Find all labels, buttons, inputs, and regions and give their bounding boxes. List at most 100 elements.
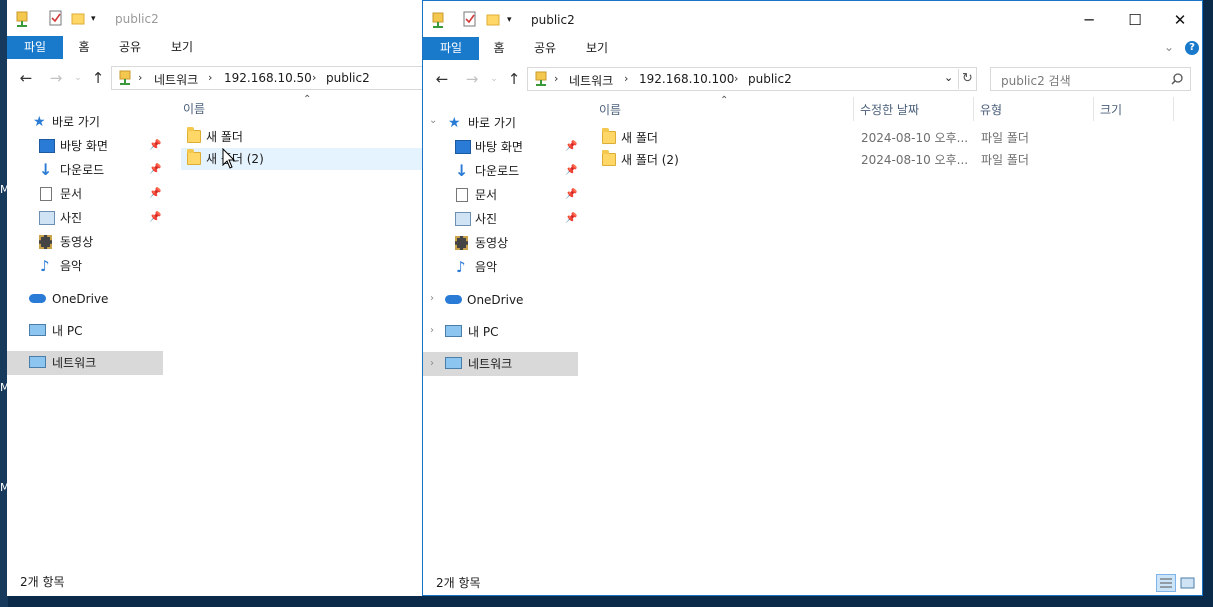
breadcrumb-network[interactable]: 네트워크 <box>154 71 198 88</box>
title-bar: ▾ public2 <box>7 0 423 38</box>
nav-onedrive[interactable]: OneDrive <box>445 288 579 312</box>
nav-item-documents[interactable]: 문서 📌 <box>37 182 163 206</box>
nav-label: OneDrive <box>467 293 524 307</box>
breadcrumb-folder[interactable]: public2 <box>326 71 370 85</box>
expanded-chevron-icon[interactable]: ⌄ <box>429 115 437 126</box>
nav-this-pc[interactable]: 내 PC <box>29 319 163 343</box>
tab-home[interactable]: 홈 <box>484 37 514 60</box>
document-icon <box>456 188 468 202</box>
file-row[interactable]: 새 폴더 <box>181 126 423 148</box>
nav-item-desktop[interactable]: 바탕 화면 📌 <box>453 135 579 159</box>
address-bar-row: ← → ⌄ ↑ › 네트워크 › 192.168.10.100 › public… <box>423 65 1202 93</box>
details-view-icon[interactable] <box>1156 574 1176 592</box>
file-row[interactable]: 새 폴더 2024-08-10 오후... 파일 폴더 <box>594 127 1194 149</box>
breadcrumb-separator-icon: › <box>624 72 629 85</box>
up-button[interactable]: ↑ <box>505 70 523 88</box>
breadcrumb-separator-icon: › <box>554 72 559 85</box>
tab-view[interactable]: 보기 <box>165 36 199 59</box>
address-bar[interactable]: › 네트워크 › 192.168.10.100 › public2 ⌄ ↻ <box>527 67 977 91</box>
title-bar: ▾ public2 ─ ☐ ✕ <box>423 1 1202 39</box>
network-folder-icon <box>432 12 444 28</box>
nav-quick-access[interactable]: ★ 바로 가기 <box>33 110 163 134</box>
nav-item-desktop[interactable]: 바탕 화면 📌 <box>37 134 163 158</box>
search-input[interactable]: public2 검색 <box>1001 72 1071 89</box>
tab-file[interactable]: 파일 <box>423 37 479 60</box>
column-header-modified[interactable]: 수정한 날짜 <box>860 99 919 121</box>
nav-item-pictures[interactable]: 사진 📌 <box>453 207 579 231</box>
nav-label: 네트워크 <box>52 356 97 370</box>
nav-item-pictures[interactable]: 사진 📌 <box>37 206 163 230</box>
properties-icon[interactable] <box>463 11 477 27</box>
tab-home[interactable]: 홈 <box>69 36 99 59</box>
tab-share[interactable]: 공유 <box>113 36 147 59</box>
minimize-button[interactable]: ─ <box>1066 1 1112 39</box>
nav-item-downloads[interactable]: ↓ 다운로드 📌 <box>453 159 579 183</box>
recent-locations-button[interactable]: ⌄ <box>485 70 503 88</box>
customize-toolbar-icon[interactable]: ▾ <box>91 14 96 24</box>
tab-view[interactable]: 보기 <box>580 37 614 60</box>
folder-icon <box>602 128 616 144</box>
status-item-count: 2개 항목 <box>20 575 65 589</box>
back-button[interactable]: ← <box>17 69 35 87</box>
breadcrumb-host[interactable]: 192.168.10.50 <box>224 71 312 85</box>
column-header-type[interactable]: 유형 <box>980 99 1002 121</box>
file-row[interactable]: 새 폴더 (2) 2024-08-10 오후... 파일 폴더 <box>594 149 1194 171</box>
column-header-name[interactable]: 이름 <box>599 99 621 121</box>
tab-share[interactable]: 공유 <box>528 37 562 60</box>
large-icons-view-icon[interactable] <box>1180 576 1196 590</box>
network-folder-icon <box>16 11 28 27</box>
nav-item-music[interactable]: ♪ 음악 <box>453 255 579 279</box>
breadcrumb-folder[interactable]: public2 <box>748 72 792 86</box>
collapsed-chevron-icon[interactable]: › <box>430 325 434 336</box>
sort-ascending-icon: ⌃ <box>720 95 729 106</box>
close-button[interactable]: ✕ <box>1157 1 1202 39</box>
refresh-icon[interactable]: ↻ <box>962 71 973 86</box>
breadcrumb-network[interactable]: 네트워크 <box>569 72 613 89</box>
address-bar[interactable]: › 네트워크 › 192.168.10.50 › public2 <box>111 66 423 90</box>
nav-item-music[interactable]: ♪ 음악 <box>37 254 163 278</box>
network-icon <box>29 356 46 368</box>
address-bar-row: ← → ⌄ ↑ › 네트워크 › 192.168.10.50 › public2 <box>7 64 423 92</box>
recent-locations-button[interactable]: ⌄ <box>69 69 87 87</box>
up-button[interactable]: ↑ <box>89 69 107 87</box>
collapsed-chevron-icon[interactable]: › <box>430 293 434 304</box>
column-divider[interactable] <box>853 97 854 121</box>
column-header-name[interactable]: 이름 <box>183 98 205 120</box>
properties-icon[interactable] <box>49 10 63 26</box>
breadcrumb-separator-icon: › <box>138 71 143 84</box>
nav-item-videos[interactable]: 동영상 <box>453 231 579 255</box>
tab-file[interactable]: 파일 <box>7 36 63 59</box>
file-row[interactable]: 새 폴더 (2) <box>181 148 423 170</box>
maximize-button[interactable]: ☐ <box>1112 1 1158 39</box>
collapsed-chevron-icon[interactable]: › <box>430 352 434 376</box>
search-box[interactable]: public2 검색 <box>990 67 1191 91</box>
column-divider[interactable] <box>1173 97 1174 121</box>
nav-onedrive[interactable]: OneDrive <box>29 287 163 311</box>
nav-label: 바로 가기 <box>468 116 516 130</box>
forward-button[interactable]: → <box>47 69 65 87</box>
address-dropdown-icon[interactable]: ⌄ <box>944 71 953 84</box>
nav-this-pc[interactable]: 내 PC <box>445 320 579 344</box>
explorer-window-left: ▾ public2 파일 홈 공유 보기 ← → ⌄ ↑ › 네트워크 › 19… <box>7 0 424 596</box>
nav-item-videos[interactable]: 동영상 <box>37 230 163 254</box>
breadcrumb-host[interactable]: 192.168.10.100 <box>639 72 734 86</box>
new-folder-icon[interactable] <box>71 10 85 26</box>
nav-network[interactable]: 네트워크 <box>7 351 163 375</box>
new-folder-icon[interactable] <box>486 11 500 27</box>
navigation-pane: ★ 바로 가기 바탕 화면 📌 ↓ 다운로드 📌 문서 📌 사진 📌 동영상 ♪… <box>7 94 167 564</box>
column-divider[interactable] <box>1093 97 1094 121</box>
column-divider[interactable] <box>973 97 974 121</box>
column-header-size[interactable]: 크기 <box>1100 99 1122 121</box>
customize-toolbar-icon[interactable]: ▾ <box>507 15 512 25</box>
help-icon[interactable]: ? <box>1185 41 1199 55</box>
window-title: public2 <box>531 13 575 27</box>
download-arrow-icon: ↓ <box>39 160 53 179</box>
pin-icon: 📌 <box>149 164 162 175</box>
back-button[interactable]: ← <box>433 70 451 88</box>
expand-ribbon-icon[interactable]: ⌄ <box>1164 40 1174 54</box>
forward-button[interactable]: → <box>463 70 481 88</box>
nav-network[interactable]: › 네트워크 <box>423 352 578 376</box>
nav-item-documents[interactable]: 문서 📌 <box>453 183 579 207</box>
nav-quick-access[interactable]: ★ 바로 가기 <box>448 111 578 135</box>
nav-item-downloads[interactable]: ↓ 다운로드 📌 <box>37 158 163 182</box>
